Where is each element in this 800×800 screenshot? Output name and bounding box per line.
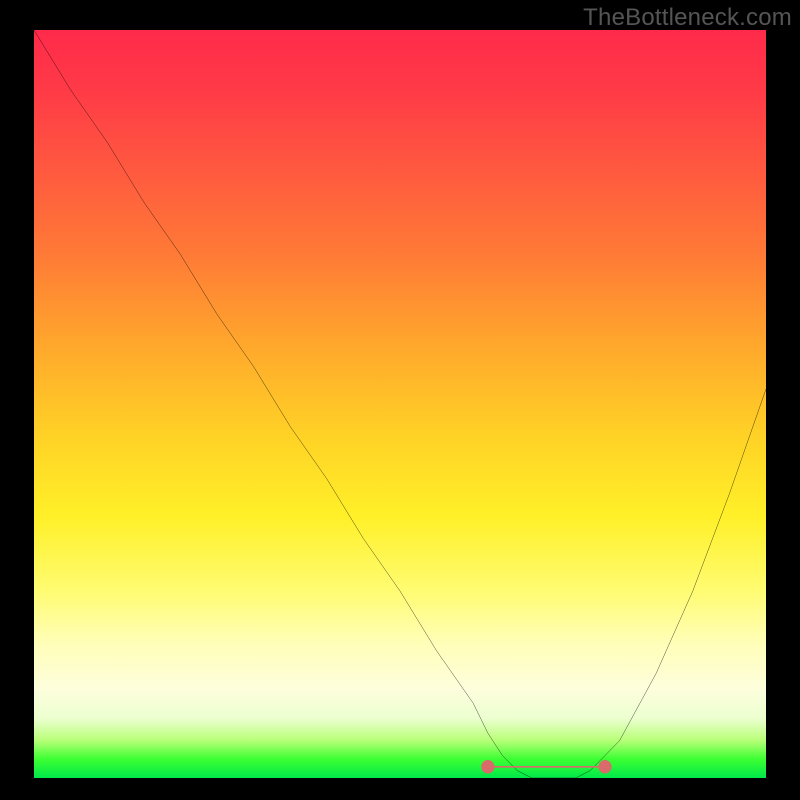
chart-stage: TheBottleneck.com: [0, 0, 800, 800]
plot-area: [34, 30, 766, 778]
watermark-text: TheBottleneck.com: [583, 4, 792, 32]
bottleneck-curve-path: [34, 30, 766, 778]
flat-segment-end-dot: [598, 760, 611, 773]
flat-segment-start-dot: [481, 760, 494, 773]
curve-layer: [34, 30, 766, 778]
